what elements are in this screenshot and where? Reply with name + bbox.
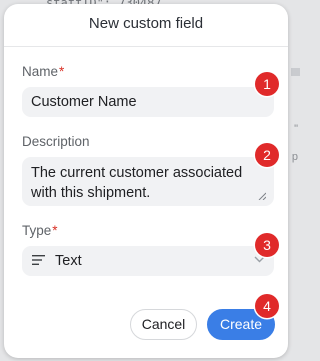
chevron-down-icon[interactable] bbox=[254, 256, 265, 263]
required-marker: * bbox=[52, 223, 58, 238]
annotation-badge-1: 1 bbox=[255, 72, 279, 96]
required-marker: * bbox=[59, 64, 65, 79]
background-strip bbox=[291, 68, 300, 76]
background-side-text-2: p bbox=[291, 151, 298, 163]
background-side-text-1: " bbox=[294, 123, 298, 135]
name-label-text: Name bbox=[22, 64, 59, 79]
lines-icon bbox=[32, 255, 45, 265]
name-input[interactable]: Customer Name bbox=[22, 87, 274, 117]
resize-handle-icon[interactable] bbox=[258, 192, 266, 200]
type-label: Type* bbox=[22, 223, 58, 238]
description-textarea[interactable]: The current customer associated with thi… bbox=[22, 157, 274, 206]
type-value: Text bbox=[55, 253, 82, 269]
type-select[interactable]: Text bbox=[22, 246, 274, 276]
title-divider bbox=[4, 46, 288, 47]
description-text: The current customer associated with thi… bbox=[31, 165, 243, 201]
dialog-title: New custom field bbox=[88, 15, 204, 32]
name-label: Name* bbox=[22, 64, 64, 79]
annotation-badge-2: 2 bbox=[255, 143, 279, 167]
cancel-button[interactable]: Cancel bbox=[130, 309, 197, 340]
annotation-badge-4: 4 bbox=[255, 294, 279, 318]
annotation-badge-3: 3 bbox=[255, 233, 279, 257]
description-label: Description bbox=[22, 134, 90, 149]
custom-field-dialog: New custom field Name* Customer Name Des… bbox=[4, 4, 288, 358]
type-label-text: Type bbox=[22, 223, 52, 238]
